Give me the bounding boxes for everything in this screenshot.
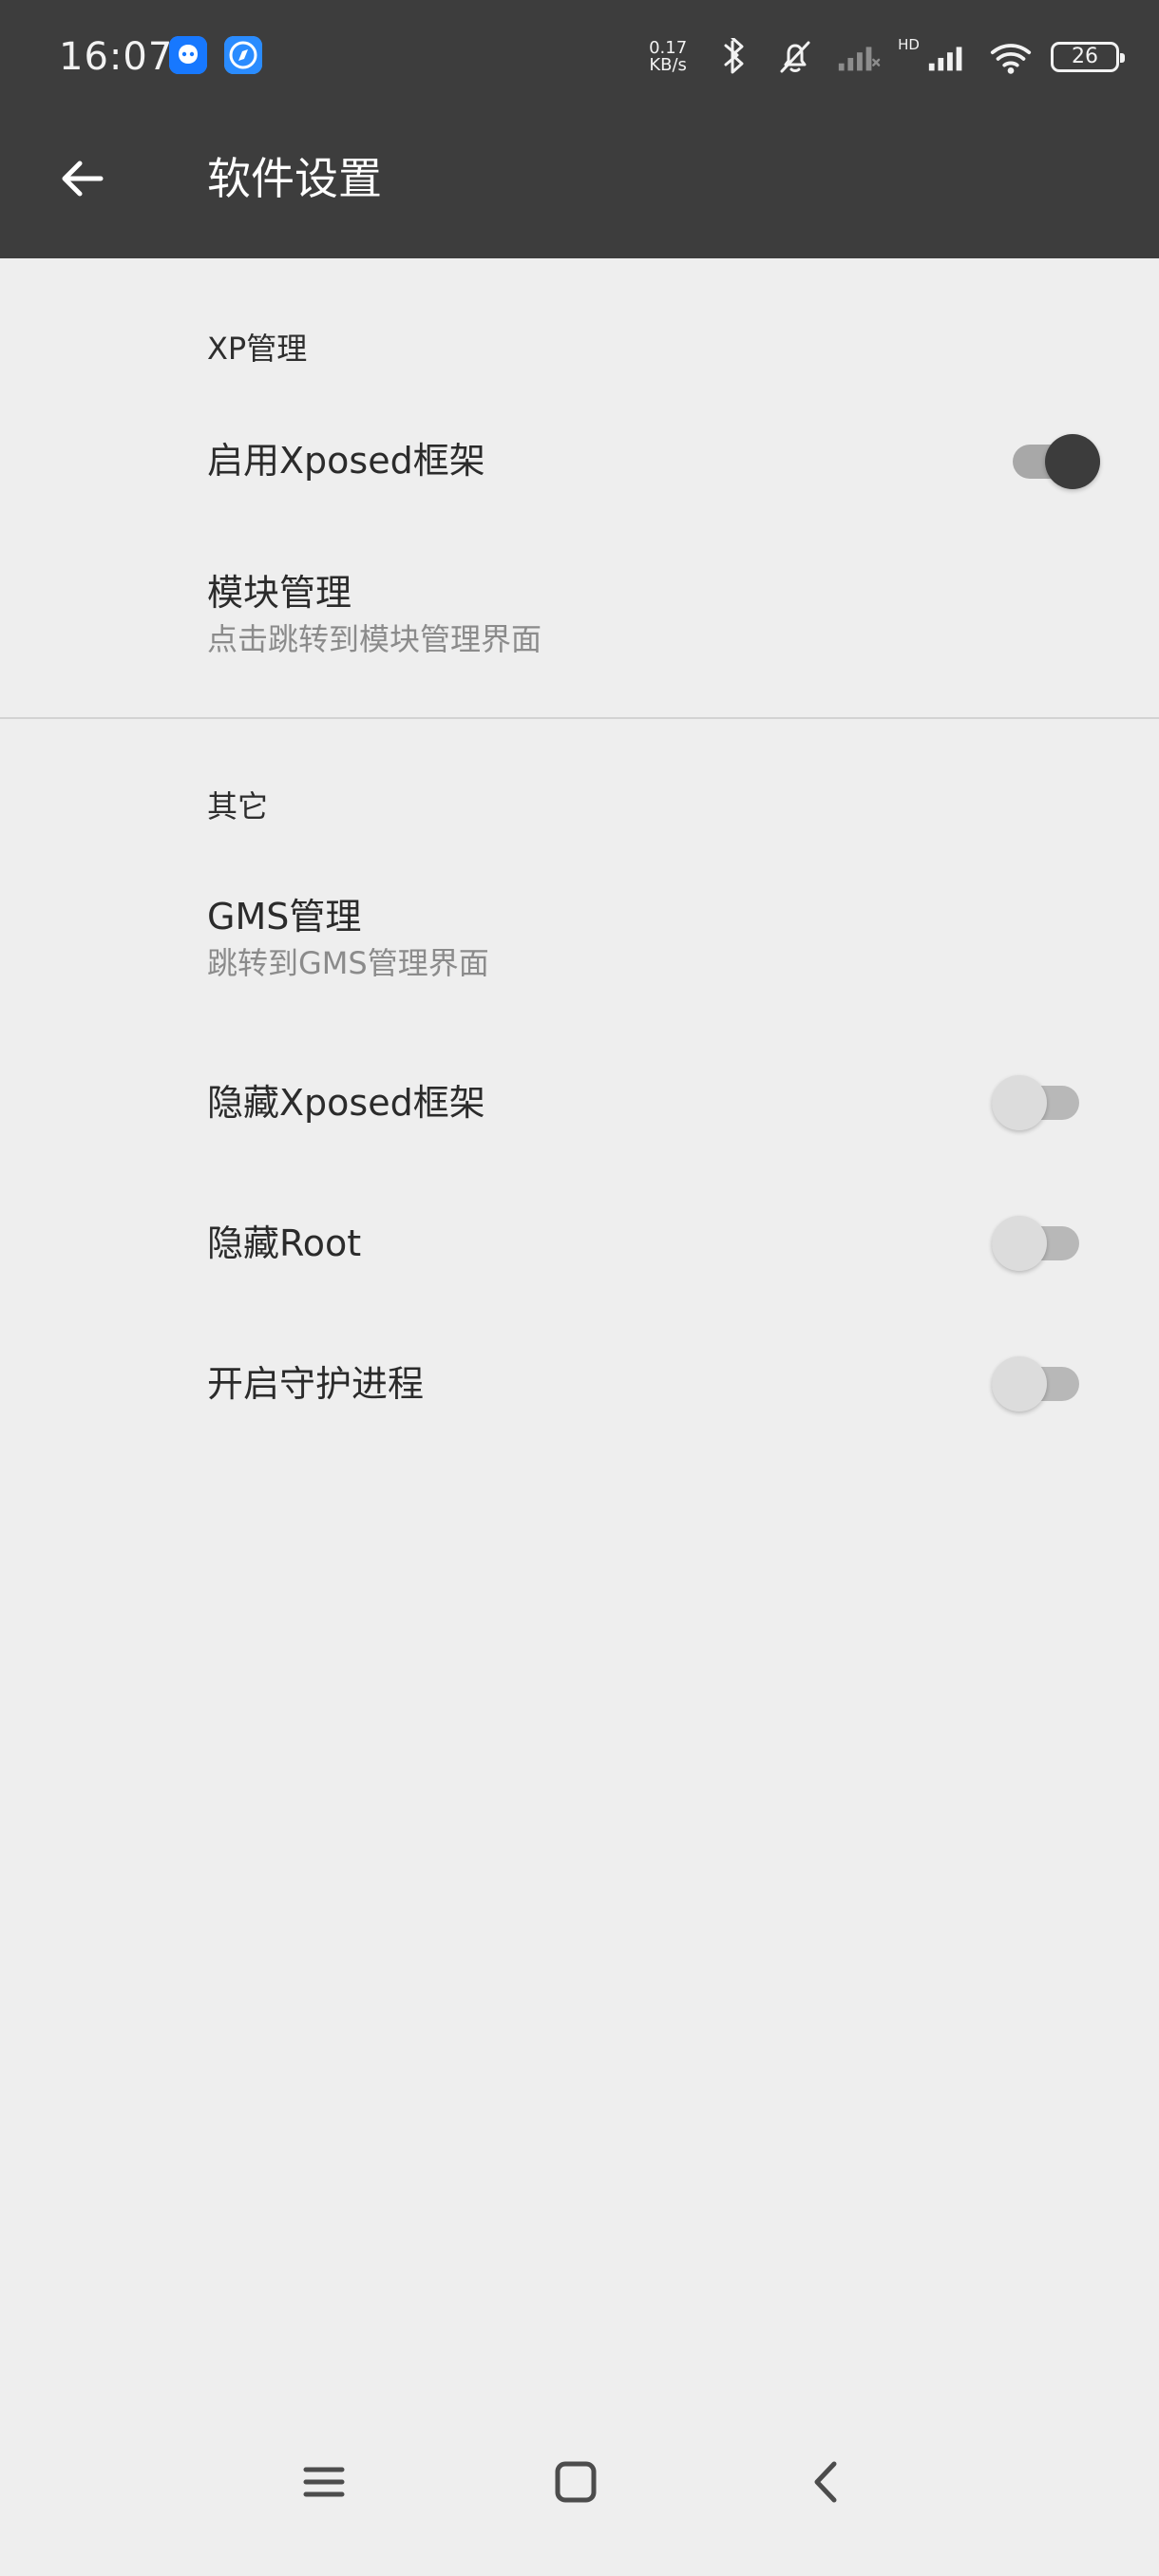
daemon-process-setting[interactable]: 开启守护进程 (0, 1318, 1159, 1451)
toggle-thumb (992, 1356, 1047, 1411)
back-button[interactable] (55, 152, 108, 205)
toggle-thumb (1045, 434, 1100, 489)
home-square-icon (555, 2461, 597, 2503)
setting-summary: 跳转到GMS管理界面 (207, 945, 489, 981)
app-bar: 软件设置 (0, 114, 1159, 258)
hide-root-setting[interactable]: 隐藏Root (0, 1178, 1159, 1311)
chevron-left-icon (814, 2461, 837, 2503)
settings-list: XP管理 启用Xposed框架 模块管理 点击跳转到模块管理界面 其它 GMS管… (0, 258, 1159, 2396)
bluetooth-icon (710, 34, 755, 80)
hide-xposed-setting[interactable]: 隐藏Xposed框架 (0, 1037, 1159, 1170)
signal-icon (925, 34, 971, 80)
status-icons: 0.17 KB/s HD 26 (643, 28, 1125, 85)
daemon-process-toggle[interactable] (992, 1356, 1079, 1411)
signal-icon (835, 34, 881, 80)
section-title-xp: XP管理 (207, 331, 308, 367)
gms-management-setting[interactable]: GMS管理 跳转到GMS管理界面 (0, 847, 1159, 1009)
setting-title: 启用Xposed框架 (207, 440, 485, 482)
menu-icon (303, 2467, 345, 2497)
battery-icon: 26 (1051, 42, 1125, 72)
wifi-icon (988, 34, 1034, 80)
setting-title: 隐藏Root (207, 1222, 362, 1264)
muted-bell-icon (772, 34, 818, 80)
section-divider (0, 717, 1159, 719)
page-title: 软件设置 (207, 153, 382, 204)
home-button[interactable] (542, 2449, 609, 2515)
system-navigation-bar (0, 2396, 1159, 2576)
setting-title: 模块管理 (207, 572, 352, 614)
setting-title: GMS管理 (207, 896, 362, 938)
module-management-setting[interactable]: 模块管理 点击跳转到模块管理界面 (0, 528, 1159, 690)
toggle-thumb (992, 1075, 1047, 1130)
hd-label: HD (898, 36, 920, 53)
network-speed: 0.17 KB/s (649, 38, 688, 75)
back-arrow-icon (62, 161, 104, 197)
toggle-thumb (992, 1216, 1047, 1271)
hide-root-toggle[interactable] (992, 1216, 1079, 1271)
app-notification-icon (169, 36, 207, 74)
section-title-other: 其它 (207, 788, 269, 824)
compass-icon (224, 36, 262, 74)
enable-xposed-toggle[interactable] (1013, 434, 1100, 489)
status-time: 16:07 (59, 35, 174, 79)
hide-xposed-toggle[interactable] (992, 1075, 1079, 1130)
setting-title: 开启守护进程 (207, 1363, 425, 1405)
menu-button[interactable] (291, 2449, 357, 2515)
setting-title: 隐藏Xposed框架 (207, 1082, 485, 1124)
battery-level: 26 (1072, 45, 1098, 68)
setting-summary: 点击跳转到模块管理界面 (207, 621, 542, 657)
system-back-button[interactable] (794, 2449, 861, 2515)
status-bar: 16:07 0.17 KB/s HD 26 (0, 0, 1159, 114)
enable-xposed-setting[interactable]: 启用Xposed框架 (0, 395, 1159, 528)
top-app-area: 16:07 0.17 KB/s HD 26 软件设置 (0, 0, 1159, 258)
